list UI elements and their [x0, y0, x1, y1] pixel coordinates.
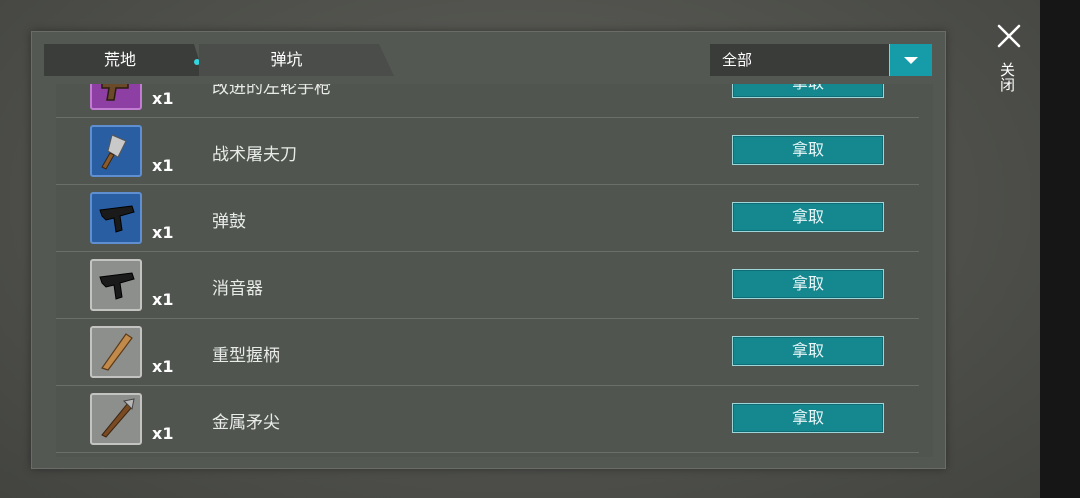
item-name: 战术屠夫刀	[212, 145, 297, 165]
loot-panel: 荒地 弹坑 全部 x1 改进的左轮手枪 拿取 x1 战术屠夫刀 拿取	[31, 31, 946, 469]
cleaver-icon	[90, 125, 142, 177]
close-button-label[interactable]: 关闭	[996, 62, 1018, 92]
smg-icon	[90, 259, 142, 311]
close-icon[interactable]	[995, 22, 1023, 50]
item-name: 消音器	[212, 279, 263, 299]
spear-icon	[90, 393, 142, 445]
item-quantity: x1	[152, 424, 174, 443]
bat-icon	[90, 326, 142, 378]
item-name: 重型握柄	[212, 346, 280, 366]
filter-selected-value: 全部	[722, 51, 753, 69]
take-button[interactable]: 拿取	[732, 202, 884, 232]
item-name: 弹鼓	[212, 212, 246, 232]
item-quantity: x1	[152, 156, 174, 175]
take-button[interactable]: 拿取	[732, 84, 884, 98]
list-item: x1 金属矛尖 拿取	[56, 386, 919, 453]
tab-crater-label: 弹坑	[270, 50, 303, 69]
revolver-icon	[90, 84, 142, 110]
screen-edge-bar	[1040, 0, 1080, 498]
take-button[interactable]: 拿取	[732, 269, 884, 299]
dropdown-toggle-button[interactable]	[889, 44, 932, 76]
item-name: 改进的左轮手枪	[212, 84, 331, 98]
list-item: x1 重型握柄 拿取	[56, 319, 919, 386]
item-list[interactable]: x1 改进的左轮手枪 拿取 x1 战术屠夫刀 拿取 x1 弹鼓 拿取 x1	[56, 84, 933, 457]
tab-crater[interactable]: 弹坑	[199, 44, 394, 76]
list-item: x1 战术屠夫刀 拿取	[56, 118, 919, 185]
list-item: x1 消音器 拿取	[56, 252, 919, 319]
take-button[interactable]: 拿取	[732, 135, 884, 165]
item-quantity: x1	[152, 357, 174, 376]
list-item: x1 弹鼓 拿取	[56, 185, 919, 252]
tab-wasteland[interactable]: 荒地	[44, 44, 204, 76]
item-name: 金属矛尖	[212, 413, 280, 433]
chevron-down-icon	[904, 57, 918, 64]
tab-wasteland-label: 荒地	[103, 50, 136, 69]
category-filter-dropdown[interactable]: 全部	[710, 44, 932, 76]
smg-icon	[90, 192, 142, 244]
take-button[interactable]: 拿取	[732, 336, 884, 366]
item-quantity: x1	[152, 290, 174, 309]
item-quantity: x1	[152, 89, 174, 108]
item-quantity: x1	[152, 223, 174, 242]
list-item: x1 改进的左轮手枪 拿取	[56, 84, 919, 118]
take-button[interactable]: 拿取	[732, 403, 884, 433]
